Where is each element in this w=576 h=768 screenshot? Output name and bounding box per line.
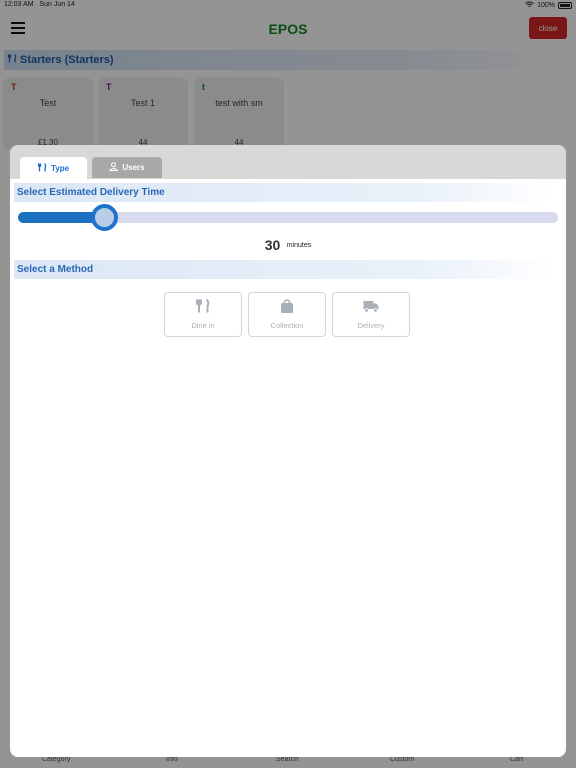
delivery-time-header: Select Estimated Delivery Time: [14, 183, 554, 202]
method-header: Select a Method: [14, 260, 554, 279]
fork-knife-icon: [37, 162, 47, 174]
delivery-time-value: 30: [264, 237, 281, 253]
delivery-time-unit: minutes: [286, 242, 312, 249]
method-options: Dine in Collection Delivery: [164, 292, 410, 337]
bag-icon: [279, 299, 295, 318]
delivery-time-readout: 30 minutes: [10, 237, 566, 255]
delivery-time-title: Select Estimated Delivery Time: [17, 187, 165, 198]
fork-knife-icon: [195, 298, 211, 318]
tab-users-label: Users: [122, 163, 145, 172]
tab-type-label: Type: [50, 163, 70, 173]
user-icon: [109, 162, 119, 173]
delivery-time-slider[interactable]: [18, 204, 558, 231]
method-title: Select a Method: [17, 264, 94, 275]
tab-users[interactable]: Users: [92, 157, 162, 178]
method-dine-in-button[interactable]: Dine in: [164, 292, 242, 337]
method-collection-button[interactable]: Collection: [248, 292, 326, 337]
modal-tab-strip: Type Users: [10, 145, 566, 179]
method-label: Delivery: [357, 321, 385, 330]
tab-type[interactable]: Type: [20, 157, 87, 179]
order-type-modal: Type Users Select Estimated Delivery Tim…: [10, 145, 566, 757]
truck-icon: [363, 299, 379, 318]
slider-thumb[interactable]: [91, 204, 119, 231]
method-delivery-button[interactable]: Delivery: [332, 292, 410, 337]
method-label: Collection: [270, 321, 304, 330]
method-label: Dine in: [191, 321, 215, 330]
